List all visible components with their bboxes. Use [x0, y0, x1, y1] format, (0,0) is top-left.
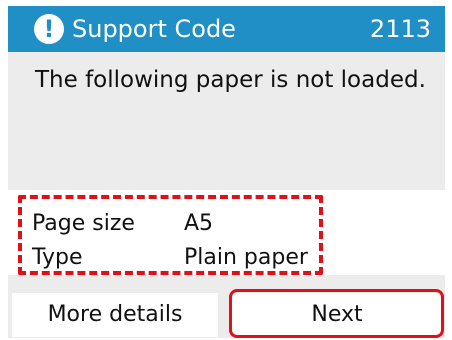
title-text: Support Code — [72, 15, 236, 43]
message-text: The following paper is not loaded. — [35, 67, 426, 93]
printer-lcd-screen: ! Support Code 2113 The following paper … — [0, 0, 452, 340]
separator-strip — [8, 275, 445, 285]
page-size-label: Page size — [32, 211, 135, 236]
more-details-button[interactable]: More details — [12, 293, 218, 337]
paper-type-value: Plain paper — [184, 245, 308, 270]
page-size-value: A5 — [184, 211, 214, 236]
exclamation-icon: ! — [34, 14, 64, 44]
message-area: The following paper is not loaded. — [8, 52, 445, 190]
title-bar: ! Support Code 2113 — [8, 6, 445, 52]
button-bar: More details Next — [8, 285, 445, 338]
next-button-highlight — [229, 289, 444, 338]
support-code-number: 2113 — [369, 15, 431, 43]
paper-info-panel: Page size A5 Type Plain paper — [8, 190, 445, 275]
paper-type-label: Type — [32, 245, 83, 270]
